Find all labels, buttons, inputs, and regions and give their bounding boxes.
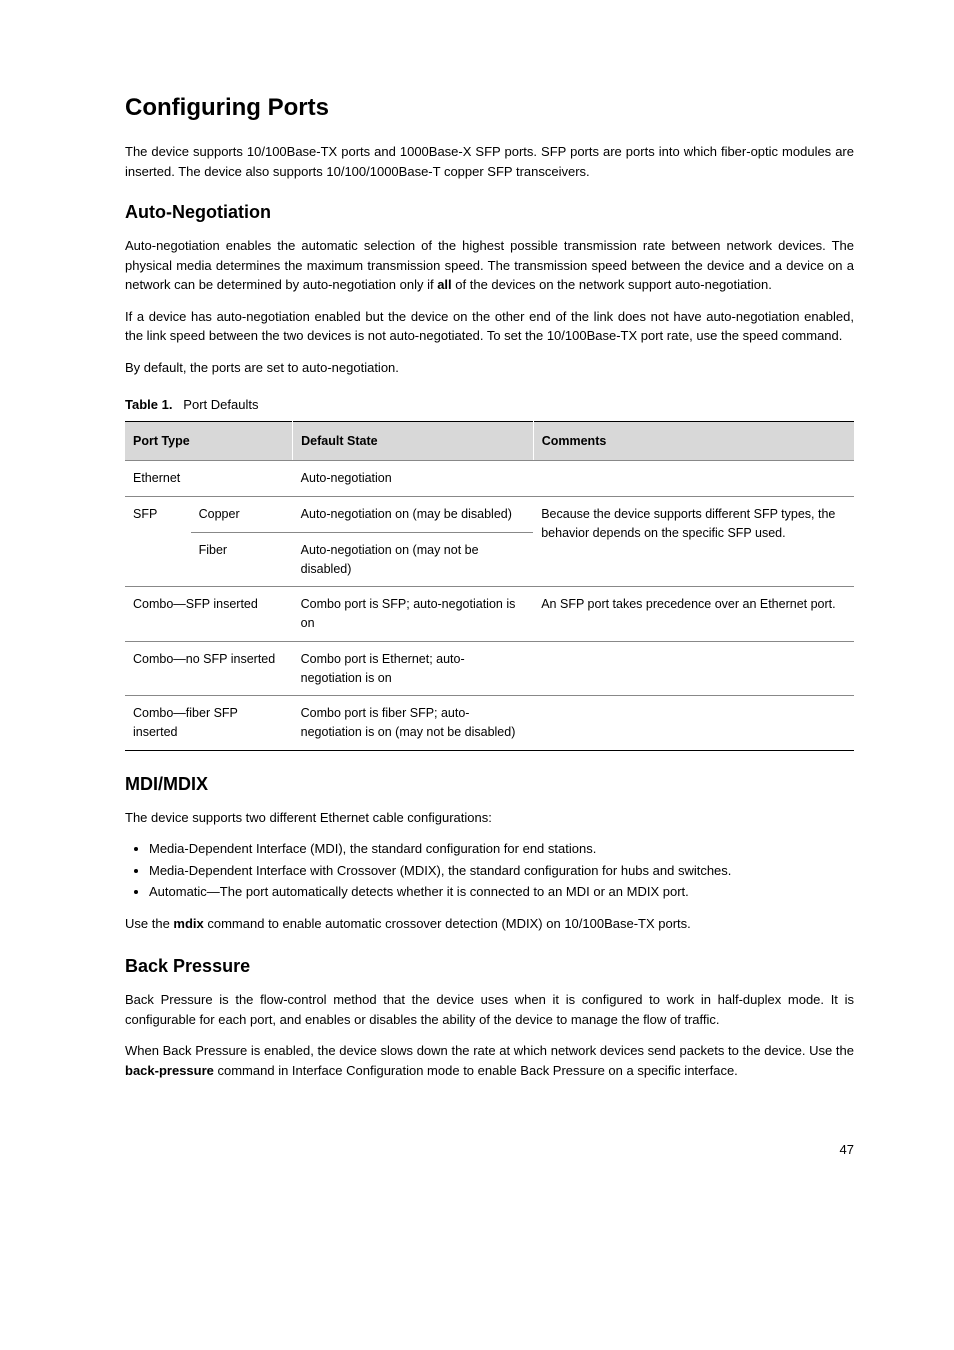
bp-command: back-pressure xyxy=(125,1063,214,1078)
cell-comments: An SFP port takes precedence over an Eth… xyxy=(533,587,854,642)
table-row: Combo—fiber SFP inserted Combo port is f… xyxy=(125,696,854,751)
table-header-comments: Comments xyxy=(533,421,854,461)
cell-default-state: Combo port is fiber SFP; auto-negotiatio… xyxy=(293,696,534,751)
port-defaults-table: Port Type Default State Comments Etherne… xyxy=(125,421,854,751)
bp-p2-prefix: When Back Pressure is enabled, the devic… xyxy=(125,1043,854,1058)
mdix-intro: The device supports two different Ethern… xyxy=(125,808,854,828)
bp-p2-suffix: command in Interface Configuration mode … xyxy=(214,1063,738,1078)
cell-subtype: Copper xyxy=(191,497,293,533)
cell-port-type: Combo—SFP inserted xyxy=(125,587,293,642)
cell-subtype: Fiber xyxy=(191,532,293,587)
table-header-row: Port Type Default State Comments xyxy=(125,421,854,461)
auto-neg-p1-suffix: of the devices on the network support au… xyxy=(452,277,772,292)
auto-neg-p1-emphasis: all xyxy=(437,277,451,292)
cell-comments xyxy=(533,696,854,751)
table-header-default-state: Default State xyxy=(293,421,534,461)
section-heading-mdix: MDI/MDIX xyxy=(125,771,854,798)
cell-port-type: Ethernet xyxy=(125,461,293,497)
mdix-paragraph-2: Use the mdix command to enable automatic… xyxy=(125,914,854,934)
table-caption-prefix: Table 1. xyxy=(125,397,172,412)
cell-default-state: Auto-negotiation xyxy=(293,461,534,497)
section-heading-back-pressure: Back Pressure xyxy=(125,953,854,980)
table-row: Combo—no SFP inserted Combo port is Ethe… xyxy=(125,641,854,696)
table-header-port-type: Port Type xyxy=(125,421,293,461)
page-title: Configuring Ports xyxy=(125,90,854,126)
cell-group: SFP xyxy=(125,497,191,587)
mdix-bullet-list: Media-Dependent Interface (MDI), the sta… xyxy=(149,839,854,902)
list-item: Media-Dependent Interface (MDI), the sta… xyxy=(149,839,854,859)
cell-default-state: Combo port is Ethernet; auto-negotiation… xyxy=(293,641,534,696)
list-item: Automatic—The port automatically detects… xyxy=(149,882,854,902)
cell-comments: Because the device supports different SF… xyxy=(533,497,854,587)
cell-comments xyxy=(533,461,854,497)
cell-default-state: Auto-negotiation on (may not be disabled… xyxy=(293,532,534,587)
cell-port-type: Combo—no SFP inserted xyxy=(125,641,293,696)
table-row: SFP Copper Auto-negotiation on (may be d… xyxy=(125,497,854,533)
mdix-command: mdix xyxy=(173,916,203,931)
cell-comments xyxy=(533,641,854,696)
list-item: Media-Dependent Interface with Crossover… xyxy=(149,861,854,881)
auto-neg-paragraph-1: Auto-negotiation enables the automatic s… xyxy=(125,236,854,295)
bp-paragraph-1: Back Pressure is the flow-control method… xyxy=(125,990,854,1029)
mdix-p2-prefix: Use the xyxy=(125,916,173,931)
bp-paragraph-2: When Back Pressure is enabled, the devic… xyxy=(125,1041,854,1080)
auto-neg-paragraph-2: If a device has auto-negotiation enabled… xyxy=(125,307,854,346)
section-heading-auto-negotiation: Auto-Negotiation xyxy=(125,199,854,226)
mdix-p2-suffix: command to enable automatic crossover de… xyxy=(204,916,691,931)
cell-default-state: Auto-negotiation on (may be disabled) xyxy=(293,497,534,533)
table-row: Ethernet Auto-negotiation xyxy=(125,461,854,497)
cell-default-state: Combo port is SFP; auto-negotiation is o… xyxy=(293,587,534,642)
table-caption-text: Port Defaults xyxy=(183,397,258,412)
cell-port-type: Combo—fiber SFP inserted xyxy=(125,696,293,751)
table-row: Combo—SFP inserted Combo port is SFP; au… xyxy=(125,587,854,642)
intro-paragraph: The device supports 10/100Base-TX ports … xyxy=(125,142,854,181)
page-number: 47 xyxy=(125,1140,854,1160)
auto-neg-paragraph-3: By default, the ports are set to auto-ne… xyxy=(125,358,854,378)
table-caption: Table 1. Port Defaults xyxy=(125,395,854,415)
